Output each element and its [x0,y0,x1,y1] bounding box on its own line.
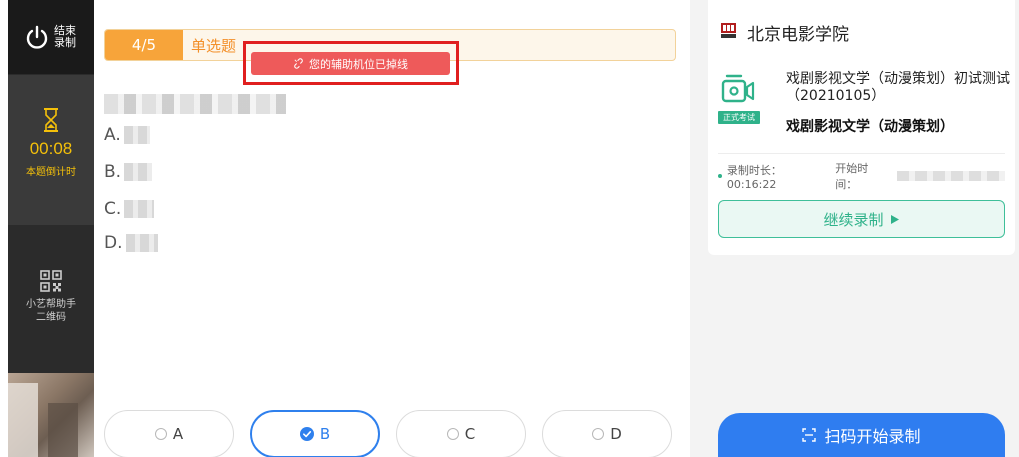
start-time-label: 开始时间： [835,162,869,191]
radio-empty-icon [592,428,605,440]
option-d-label: D. [104,233,123,253]
video-camera-icon [721,74,755,103]
hourglass-icon [44,108,58,132]
answer-c-label: C [464,425,476,443]
school-logo-icon [721,23,736,38]
start-time-blurred [897,171,1005,181]
answer-button-a[interactable]: A [104,410,234,457]
timer-value: 00:08 [29,139,73,158]
end-recording-label: 结束录制 [54,24,76,49]
scan-to-start-button[interactable]: 扫码开始录制 [718,413,1005,457]
answer-button-c[interactable]: C [396,410,526,457]
option-c-label: C. [104,199,122,219]
continue-recording-button[interactable]: 继续录制 [718,200,1005,238]
option-a: A. [104,125,150,145]
answer-button-b[interactable]: B [250,410,380,457]
option-a-label: A. [104,125,121,145]
question-type: 单选题 [191,37,237,55]
recording-info: 录制时长：00:16:22 开始时间： [718,162,1005,191]
exam-subject: 戏剧影视文学（动漫策划） [786,119,954,135]
play-icon [890,214,899,224]
option-c: C. [104,199,155,219]
radio-empty-icon [154,428,167,440]
school-name: 北京电影学院 [747,25,849,45]
answer-b-label: B [319,425,331,443]
end-recording-button[interactable]: 结束录制 [8,0,94,74]
qr-label-line1: 小艺帮助手 [26,299,76,310]
radio-empty-icon [446,428,459,440]
camera-preview [8,373,94,457]
assistant-qr-button[interactable]: 小艺帮助手 二维码 [8,228,94,373]
qr-label-line2: 二维码 [36,312,66,323]
timer-label: 本题倒计时 [26,167,76,178]
qr-code-icon [40,270,62,292]
divider [718,153,1005,154]
camera-offline-alert: 您的辅助机位已掉线 [251,52,450,75]
question-progress: 4/5 [105,30,183,60]
continue-recording-label: 继续录制 [823,210,884,229]
left-sidebar: 结束录制 00:08 本题倒计时 小艺帮助手 二维码 [8,0,94,457]
answer-d-label: D [610,425,622,443]
checked-circle-icon [299,427,314,441]
exam-badge: 正式考试 [718,111,760,124]
question-text-blurred [104,94,286,114]
option-b-label: B. [104,162,122,182]
status-dot-icon [718,174,722,178]
alert-text: 您的辅助机位已掉线 [309,57,408,71]
option-d: D. [104,233,158,253]
option-b: B. [104,162,153,182]
scan-icon [802,428,817,442]
broken-link-icon [294,58,303,69]
answer-a-label: A [172,425,184,443]
scan-to-start-label: 扫码开始录制 [824,427,921,446]
recording-duration: 录制时长：00:16:22 [726,163,782,191]
answer-button-d[interactable]: D [542,410,672,457]
question-countdown: 00:08 本题倒计时 [8,75,94,225]
exam-title: 戏剧影视文学（动漫策划）初试测试（20210105） [786,71,1010,104]
app-frame: 结束录制 00:08 本题倒计时 小艺帮助手 二维码 4/5 单选题 您的辅助机… [0,0,1019,457]
power-icon [26,25,48,49]
